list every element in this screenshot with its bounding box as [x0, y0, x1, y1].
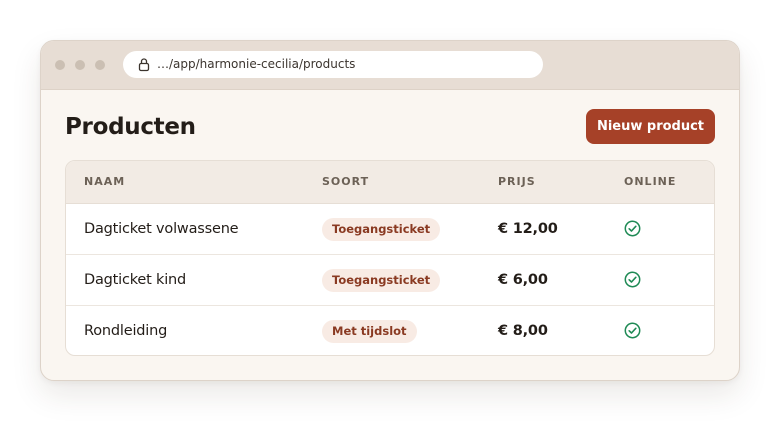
product-name[interactable]: Dagticket volwassene [84, 220, 239, 238]
table-header: NAAM SOORT PRIJS ONLINE [66, 161, 714, 204]
product-price: € 8,00 [498, 323, 548, 339]
new-product-button[interactable]: Nieuw product [586, 109, 715, 144]
browser-window: …/app/harmonie-cecilia/products Producte… [40, 40, 740, 381]
check-circle-icon [624, 322, 641, 339]
table-row[interactable]: Dagticket kind Toegangsticket € 6,00 [66, 255, 714, 306]
product-name[interactable]: Dagticket kind [84, 271, 186, 289]
minimize-dot[interactable] [75, 60, 85, 70]
products-table: NAAM SOORT PRIJS ONLINE Dagticket volwas… [65, 160, 715, 356]
page-title: Producten [65, 114, 196, 140]
check-circle-icon [624, 220, 641, 237]
column-header-type[interactable]: SOORT [322, 175, 369, 189]
product-type-badge: Met tijdslot [322, 320, 417, 343]
close-dot[interactable] [55, 60, 65, 70]
column-header-price[interactable]: PRIJS [498, 175, 536, 189]
product-type-badge: Toegangsticket [322, 218, 441, 241]
url-text: …/app/harmonie-cecilia/products [157, 57, 356, 71]
product-name[interactable]: Rondleiding [84, 322, 167, 340]
check-circle-icon [624, 271, 641, 288]
table-row[interactable]: Dagticket volwassene Toegangsticket € 12… [66, 204, 714, 255]
lock-icon [138, 58, 150, 72]
product-price: € 12,00 [498, 221, 558, 237]
column-header-online[interactable]: ONLINE [624, 175, 676, 189]
column-header-name[interactable]: NAAM [84, 175, 125, 189]
product-price: € 6,00 [498, 272, 548, 288]
table-row[interactable]: Rondleiding Met tijdslot € 8,00 [66, 306, 714, 355]
product-type-badge: Toegangsticket [322, 269, 441, 292]
address-bar[interactable]: …/app/harmonie-cecilia/products [123, 51, 543, 78]
browser-titlebar: …/app/harmonie-cecilia/products [41, 41, 739, 90]
maximize-dot[interactable] [95, 60, 105, 70]
